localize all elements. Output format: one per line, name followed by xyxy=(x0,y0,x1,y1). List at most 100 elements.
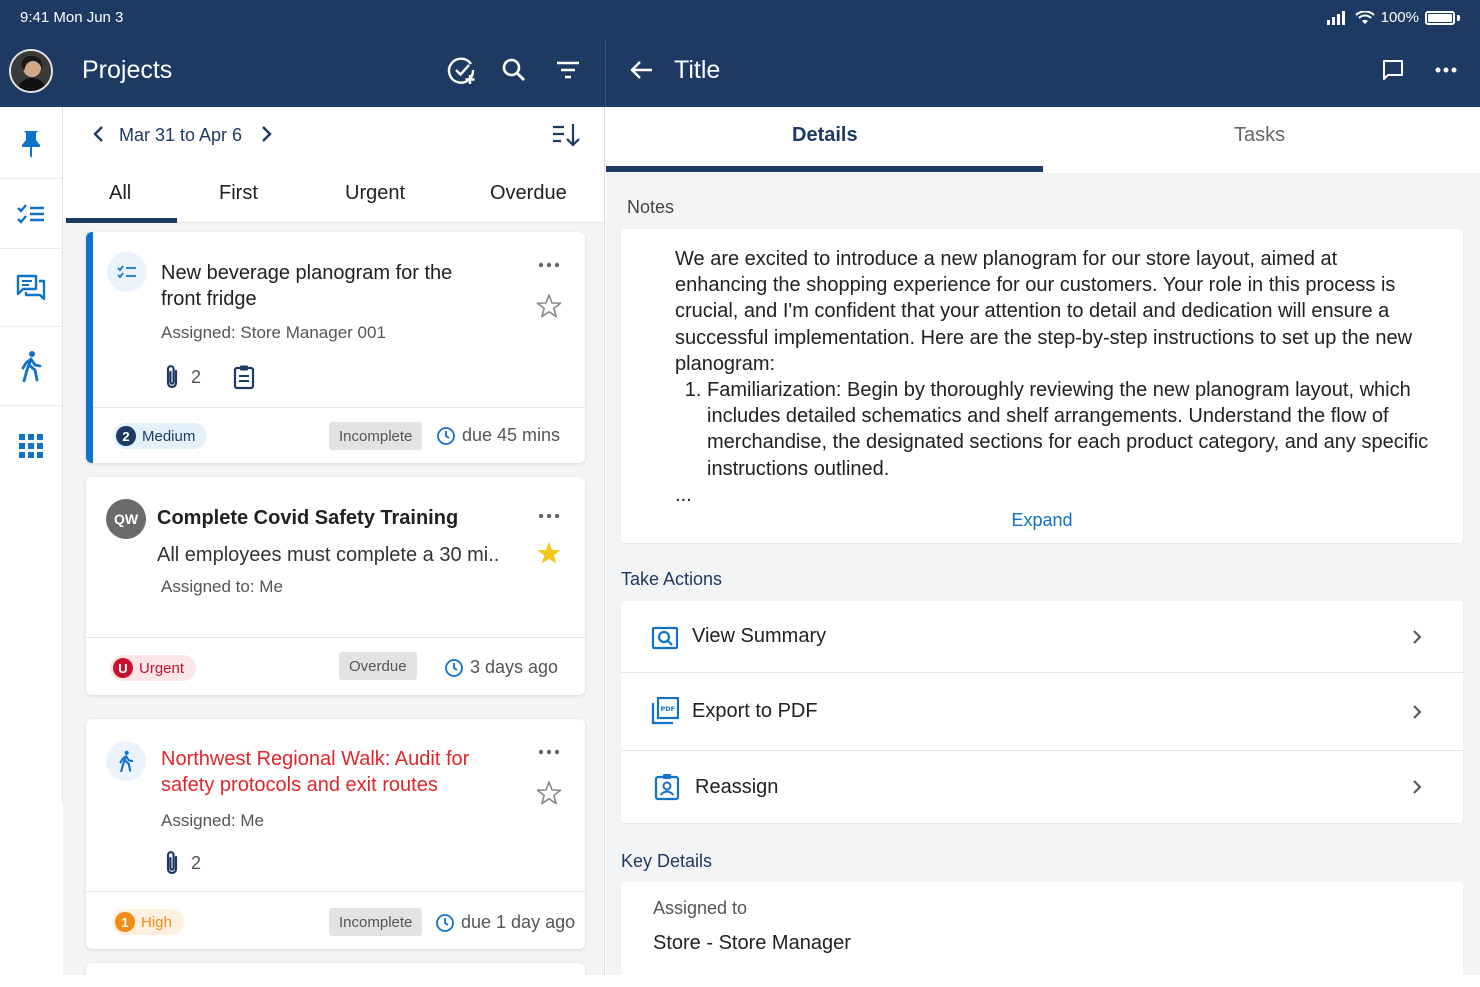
task-card-covid-training[interactable]: QW Complete Covid Safety Training All em… xyxy=(86,477,585,695)
priority-number: 1 xyxy=(115,912,135,932)
clipboard-icon xyxy=(233,365,255,390)
priority-badge: 1 High xyxy=(112,909,184,935)
priority-badge: U Urgent xyxy=(110,655,197,681)
grid-icon xyxy=(19,434,43,458)
tab-details[interactable]: Details xyxy=(792,124,858,147)
task-type-icon xyxy=(106,741,146,781)
chevron-left-icon[interactable] xyxy=(89,124,109,144)
task-detail-pane: Details Tasks Notes We are excited to in… xyxy=(606,107,1480,975)
task-description: All employees must complete a 30 mi.. xyxy=(157,544,500,566)
rail-item-checklists[interactable] xyxy=(0,179,62,249)
task-assigned: Assigned to: Me xyxy=(161,577,283,596)
due-time: 3 days ago xyxy=(444,657,558,678)
detail-tabs: Details Tasks xyxy=(606,107,1480,173)
more-icon[interactable] xyxy=(537,261,561,269)
star-outline-icon[interactable] xyxy=(536,780,562,806)
task-card-regional-walk[interactable]: Northwest Regional Walk: Audit for safet… xyxy=(86,719,585,949)
priority-label: Urgent xyxy=(139,659,185,677)
reassign-label: Reassign xyxy=(695,775,779,798)
due-time: due 1 day ago xyxy=(435,912,575,933)
sort-icon[interactable] xyxy=(551,121,581,149)
avatar-image xyxy=(11,51,51,91)
rail-item-chat[interactable] xyxy=(0,249,62,327)
notes-text: We are excited to introduce a new planog… xyxy=(675,246,1435,508)
task-footer: 2 Medium Incomplete due 45 mins xyxy=(93,407,585,463)
assigned-to-label: Assigned to xyxy=(653,898,748,918)
attachment-count: 2 xyxy=(191,366,202,387)
battery-percent: 100% xyxy=(1380,9,1419,26)
pdf-icon: PDF xyxy=(651,697,679,725)
due-label: due 1 day ago xyxy=(461,912,576,932)
more-icon[interactable] xyxy=(537,748,561,756)
task-attachments: 2 xyxy=(163,850,201,876)
walk-icon xyxy=(21,351,42,382)
task-footer: 1 High Incomplete due 1 day ago xyxy=(86,891,585,949)
tab-first[interactable]: First xyxy=(219,182,258,205)
tab-tasks[interactable]: Tasks xyxy=(1234,124,1285,147)
rail-item-pinned[interactable] xyxy=(0,107,62,179)
export-pdf-label: Export to PDF xyxy=(692,700,818,722)
view-summary-action[interactable]: View Summary xyxy=(621,601,1463,673)
priority-badge: 2 Medium xyxy=(113,423,208,449)
export-pdf-action[interactable]: PDF Export to PDF xyxy=(621,673,1463,751)
comment-icon[interactable] xyxy=(1378,55,1408,85)
side-rail xyxy=(0,107,63,802)
chevron-right-icon[interactable] xyxy=(256,124,276,144)
priority-number: U xyxy=(113,658,133,678)
star-outline-icon[interactable] xyxy=(536,293,562,319)
view-summary-icon xyxy=(651,626,679,650)
tab-all[interactable]: All xyxy=(109,182,131,205)
filter-icon[interactable] xyxy=(553,55,583,85)
actions-panel: View Summary PDF Export to PDF Reassign xyxy=(621,601,1463,823)
active-tab-indicator xyxy=(66,218,177,223)
battery-icon xyxy=(1425,10,1455,25)
clock-icon xyxy=(445,658,463,677)
rail-item-apps[interactable] xyxy=(0,406,62,486)
battery-tip xyxy=(1457,14,1460,21)
take-actions-heading: Take Actions xyxy=(621,569,723,589)
chevron-right-icon xyxy=(1413,780,1422,794)
walk-icon xyxy=(119,750,134,772)
task-card-planogram[interactable]: New beverage planogram for the front fri… xyxy=(86,232,585,463)
priority-label: High xyxy=(141,913,172,931)
user-avatar[interactable] xyxy=(9,49,53,93)
notes-intro: We are excited to introduce a new planog… xyxy=(675,248,1413,375)
priority-label: Medium xyxy=(142,427,196,445)
status-badge: Incomplete xyxy=(329,422,423,450)
notes-step-1: Familiarization: Begin by thoroughly rev… xyxy=(707,377,1435,482)
task-card-partial[interactable] xyxy=(86,963,585,975)
page-title: Projects xyxy=(82,56,173,84)
wifi-icon xyxy=(1354,10,1375,24)
star-filled-icon[interactable] xyxy=(536,540,562,566)
notes-heading: Notes xyxy=(627,197,675,217)
back-arrow-icon[interactable] xyxy=(626,55,656,85)
date-range-bar: Mar 31 to Apr 6 xyxy=(63,107,604,163)
checklist-icon xyxy=(117,265,136,279)
status-time: 9:41 Mon Jun 3 xyxy=(20,9,124,26)
chevron-right-icon xyxy=(1413,629,1422,644)
detail-title: Title xyxy=(674,56,721,84)
status-badge: Overdue xyxy=(339,652,417,680)
status-bar: 9:41 Mon Jun 3 100% xyxy=(20,9,1460,27)
paperclip-icon xyxy=(166,365,178,389)
reassign-icon xyxy=(654,774,680,801)
due-time: due 45 mins xyxy=(436,425,560,446)
assignee-initials: QW xyxy=(106,499,146,539)
app-header: 9:41 Mon Jun 3 100% Projects Title xyxy=(0,0,1480,107)
expand-link[interactable]: Expand xyxy=(621,510,1463,531)
more-icon[interactable] xyxy=(537,512,561,520)
reassign-action[interactable]: Reassign xyxy=(621,751,1463,823)
date-range-label: Mar 31 to Apr 6 xyxy=(119,125,243,145)
rail-item-walks[interactable] xyxy=(0,327,62,406)
tab-urgent[interactable]: Urgent xyxy=(345,182,405,205)
task-assigned: Assigned: Me xyxy=(161,811,264,830)
task-footer: U Urgent Overdue 3 days ago xyxy=(86,637,585,695)
tab-overdue[interactable]: Overdue xyxy=(490,182,567,205)
search-icon[interactable] xyxy=(499,55,529,85)
task-attachments: 2 xyxy=(163,364,255,390)
checklist-icon xyxy=(17,203,44,224)
more-icon[interactable] xyxy=(1431,55,1461,85)
status-badge: Incomplete xyxy=(329,908,423,936)
active-tab-indicator xyxy=(606,166,1043,172)
check-plus-icon[interactable] xyxy=(447,55,477,85)
